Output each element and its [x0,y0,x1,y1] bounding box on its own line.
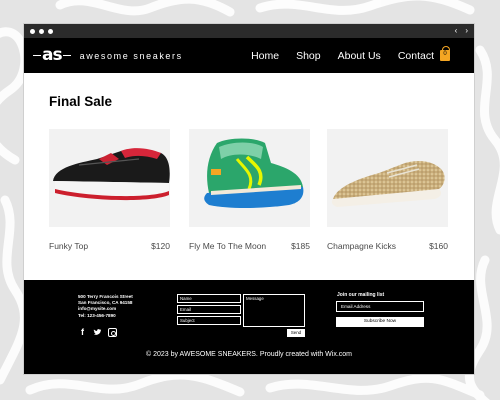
window-dot[interactable] [30,28,35,34]
facebook-icon[interactable]: f [78,328,87,337]
nav-about-us[interactable]: About Us [338,50,381,62]
site-header: as awesome sneakers Home Shop About Us C… [24,38,474,73]
social-links: f [78,328,117,337]
product-name[interactable]: Champagne Kicks [327,241,396,251]
mailing-email-input[interactable]: Email Address [336,301,424,312]
product-price: $185 [291,241,310,251]
phone-line: Tel: 123-456-7890 [78,312,116,318]
browser-chrome: ‹ › [24,24,474,38]
gold-glitter-sneaker-image [331,161,445,207]
site-footer: 500 Terry Francois Street San Francisco,… [24,280,474,374]
nav-home[interactable]: Home [251,50,279,62]
forward-arrow-icon[interactable]: › [465,27,468,35]
green-yellow-sneaker-image [204,138,304,208]
name-field[interactable]: Name [177,294,241,303]
subject-field[interactable]: Subject [177,316,241,325]
nav-contact[interactable]: Contact [398,50,434,62]
window-dots [30,28,53,34]
product-price: $160 [429,241,448,251]
subscribe-button[interactable]: Subscribe Now [336,317,424,327]
send-button[interactable]: Send [287,329,305,337]
browser-window: ‹ › as awesome sneakers Home Shop About … [24,24,474,374]
page-title: Final Sale [49,94,113,109]
window-dot[interactable] [48,28,53,34]
back-arrow-icon[interactable]: ‹ [455,27,458,35]
window-dot[interactable] [39,28,44,34]
instagram-icon[interactable] [108,328,117,337]
twitter-icon[interactable] [93,328,102,337]
product-name[interactable]: Fly Me To The Moon [189,241,266,251]
product-price: $120 [151,241,170,251]
main-content: Final Sale Funky Top $120 Fly Me To The … [24,73,474,276]
product-card-funky-top[interactable]: Funky Top $120 [49,129,170,251]
mailing-list-title: Join our mailing list [337,292,385,298]
product-image[interactable] [327,129,448,227]
product-card-champagne-kicks[interactable]: Champagne Kicks $160 [327,129,448,251]
product-image[interactable] [189,129,310,227]
email-field[interactable]: Email [177,305,241,314]
product-card-fly-me-to-the-moon[interactable]: Fly Me To The Moon $185 [189,129,310,251]
main-nav: Home Shop About Us Contact [251,38,434,73]
site-logo[interactable]: as [33,47,71,64]
message-field[interactable]: Message [243,294,305,327]
product-image[interactable] [49,129,170,227]
product-name[interactable]: Funky Top [49,241,88,251]
contact-address: 500 Terry Francois Street San Francisco,… [78,294,133,319]
copyright-text: © 2023 by AWESOME SNEAKERS. Proudly crea… [145,351,353,358]
brand-name[interactable]: awesome sneakers [80,51,183,61]
shopping-bag-icon[interactable]: 0 [440,46,450,61]
black-red-sneaker-image [53,148,170,201]
cart-count: 0 [443,51,447,57]
nav-shop[interactable]: Shop [296,50,321,62]
